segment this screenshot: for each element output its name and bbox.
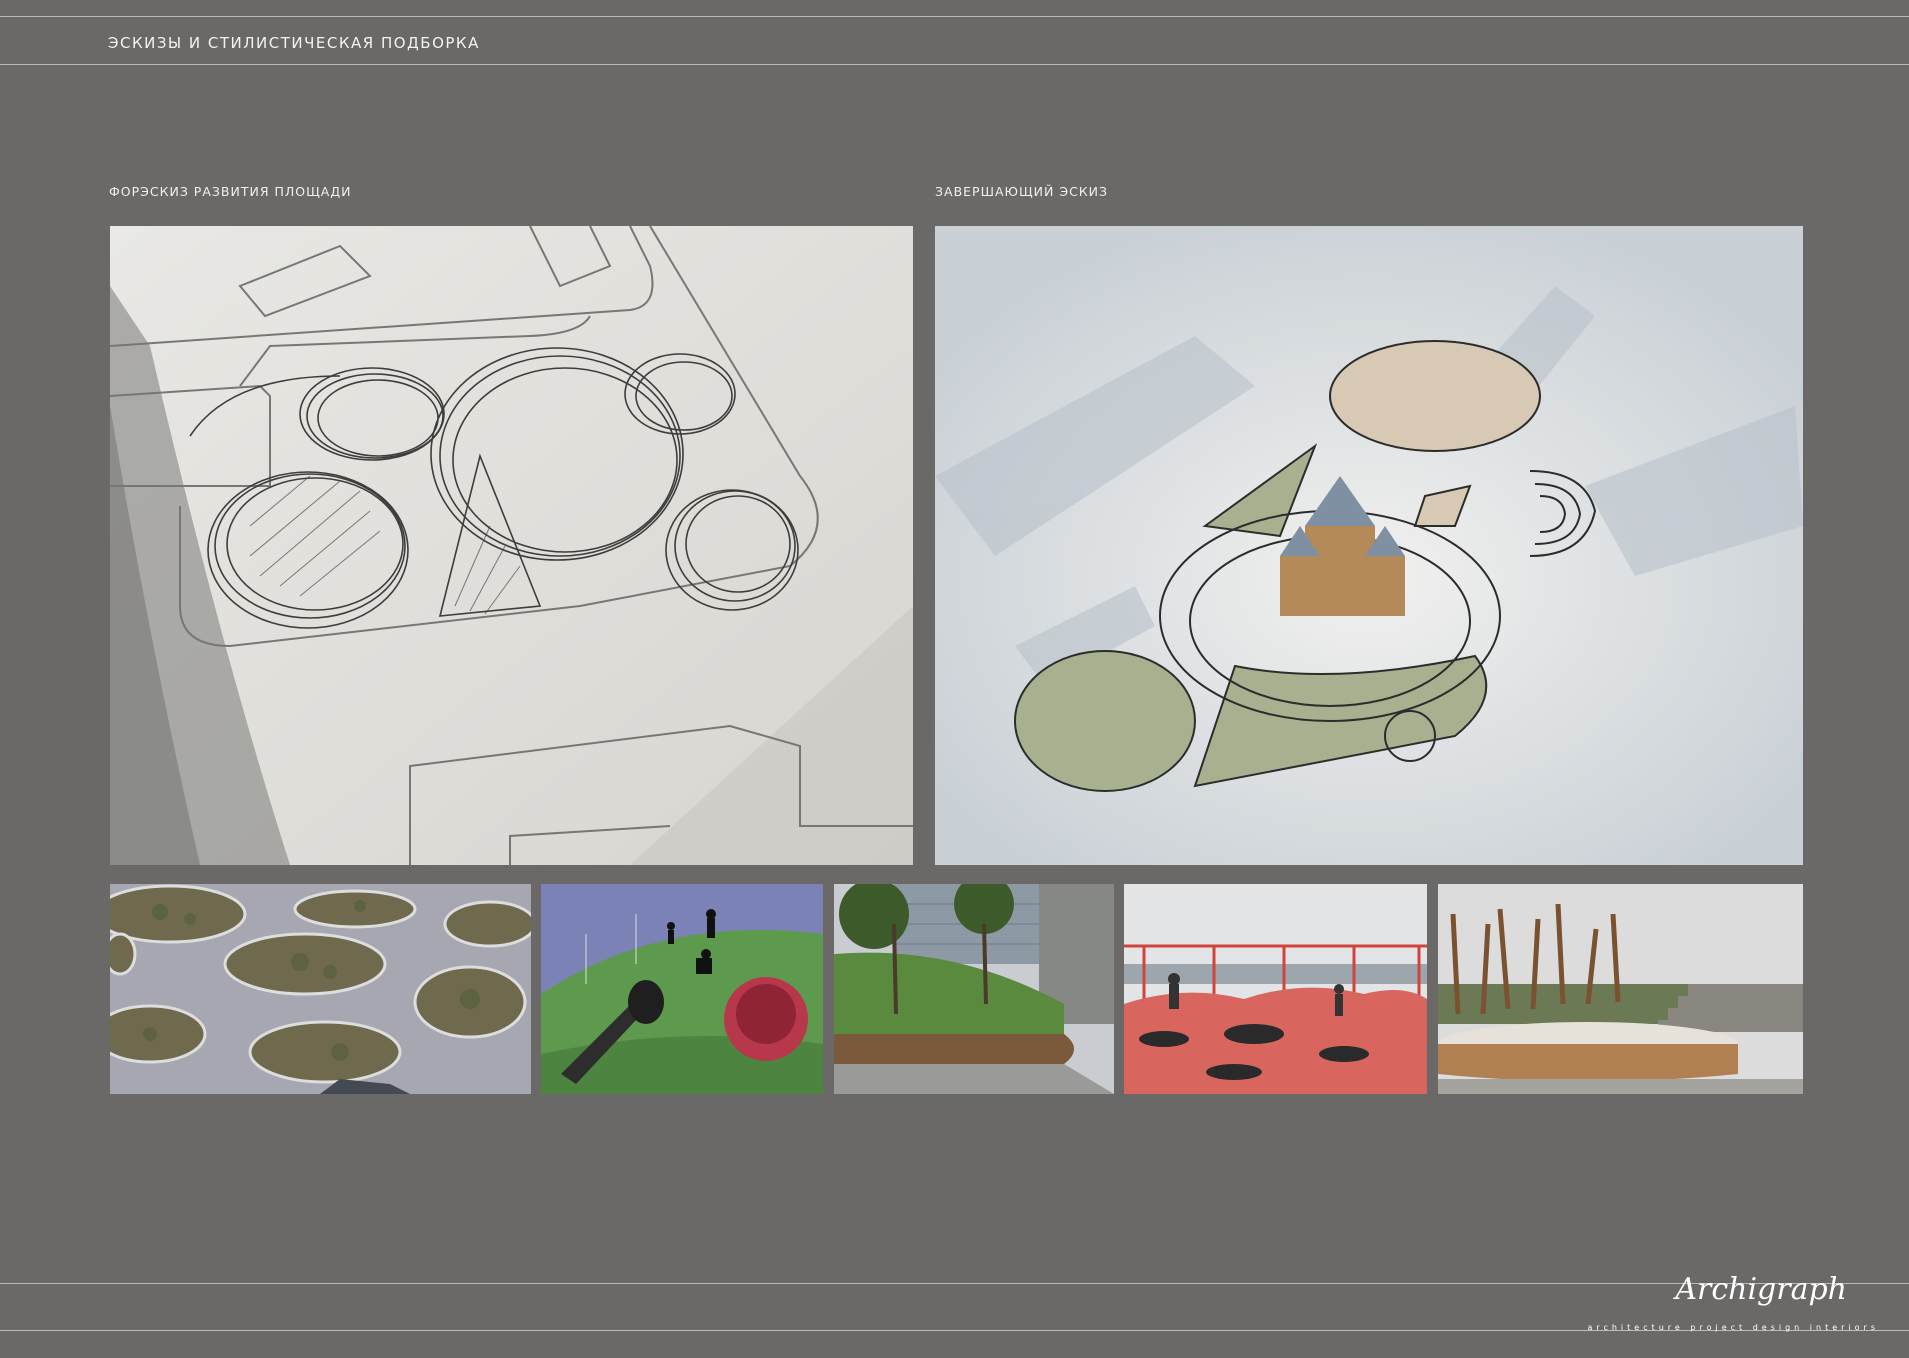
reference-photo-timber-amphitheatre — [1438, 884, 1803, 1094]
reference-photo-climbing-hill — [541, 884, 823, 1094]
reference-photo-trampolines — [1124, 884, 1427, 1094]
page-title: ЭСКИЗЫ И СТИЛИСТИЧЕСКАЯ ПОДБОРКА — [108, 34, 480, 52]
header-rule — [0, 64, 1909, 65]
concept-sketch-image — [110, 226, 913, 865]
top-rule — [0, 16, 1909, 17]
reference-photo-circular-bench — [834, 884, 1114, 1094]
logo-tagline: architecture project design interiors — [1587, 1323, 1879, 1332]
reference-photo-planters — [110, 884, 531, 1094]
logo-wordmark: Archigraph — [1675, 1272, 1847, 1307]
archigraph-logo: Archigraph architecture project design i… — [1547, 1272, 1887, 1332]
final-sketch-image — [935, 226, 1803, 865]
right-sketch-caption: ЗАВЕРШАЮЩИЙ ЭСКИЗ — [935, 184, 1109, 199]
left-sketch-caption: ФОРЭСКИЗ РАЗВИТИЯ ПЛОЩАДИ — [109, 184, 352, 199]
